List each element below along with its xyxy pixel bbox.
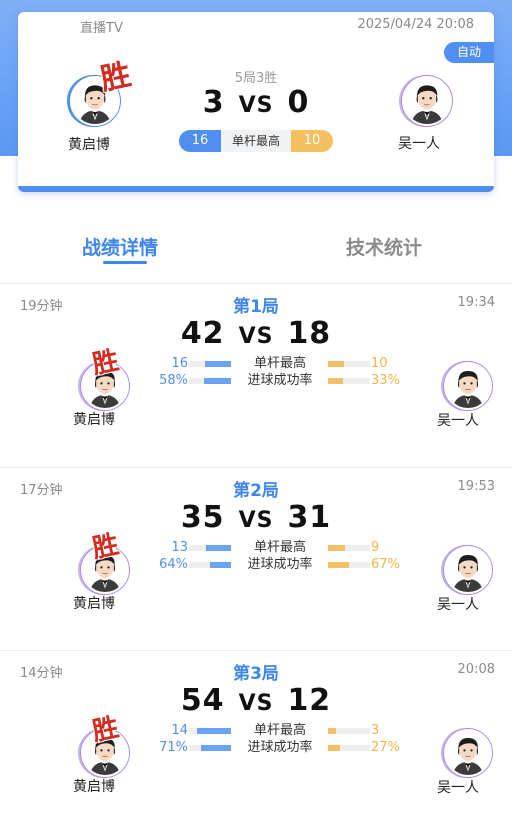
tab-bar: 战绩详情 技术统计 <box>0 225 512 270</box>
stat-left-value: 64% <box>159 557 188 572</box>
stat-right-value: 27% <box>371 740 400 755</box>
game-score-right: 18 <box>287 316 332 351</box>
left-player-name[interactable]: 黄启博 <box>73 776 115 796</box>
highest-break-right: 10 <box>291 130 333 152</box>
match-header-card: 直播TV 2025/04/24 20:08 自动 胜 黄启博 吴一人 5局3胜 … <box>18 12 494 192</box>
game-score: 54 VS 12 <box>0 683 512 718</box>
stat-right-bar <box>328 545 370 551</box>
match-format: 5局3胜 <box>234 71 278 86</box>
stat-left-value: 13 <box>171 540 188 555</box>
stat-label: 进球成功率 <box>247 557 313 572</box>
highest-break-label: 单杆最高 <box>221 130 291 152</box>
broadcast-source[interactable]: 直播TV <box>80 17 123 36</box>
stat-right-value: 67% <box>371 557 400 572</box>
game-score-vs: VS <box>238 324 274 349</box>
stat-right-bar <box>328 562 370 568</box>
game-score-right: 12 <box>287 683 332 718</box>
game-card-2[interactable]: 17分钟 第2局 19:53 35 VS 31 胜 黄启博 吴一人 13 单杆最高 … <box>0 468 512 651</box>
stat-left-bar <box>189 361 231 367</box>
stat-right-bar <box>328 361 370 367</box>
stat-left-bar <box>189 545 231 551</box>
game-card-3[interactable]: 14分钟 第3局 20:08 54 VS 12 胜 黄启博 吴一人 14 单杆最高 … <box>0 651 512 813</box>
stat-left-bar <box>189 745 231 751</box>
stat-left-bar <box>189 562 231 568</box>
stat-right-bar <box>328 728 370 734</box>
stat-label: 单杆最高 <box>253 356 306 371</box>
game-score-left: 42 <box>180 316 225 351</box>
game-score-vs: VS <box>238 691 274 716</box>
game-title: 第2局 <box>233 481 279 501</box>
match-score-vs: VS <box>238 93 274 118</box>
stat-left-value: 71% <box>159 740 188 755</box>
game-card-1[interactable]: 19分钟 第1局 19:34 42 VS 18 胜 黄启博 吴一人 16 单杆最高 … <box>0 284 512 467</box>
stat-row-pot-success: 58% 进球成功率 33% <box>0 373 512 389</box>
stat-left-bar <box>189 378 231 384</box>
highest-break-comparison: 16 单杆最高 10 <box>179 130 333 152</box>
right-player-name[interactable]: 吴一人 <box>437 594 479 614</box>
right-player-name[interactable]: 吴一人 <box>437 410 479 430</box>
game-end-time: 20:08 <box>457 662 495 677</box>
stat-label: 进球成功率 <box>247 740 313 755</box>
tab-match-details[interactable]: 战绩详情 <box>82 233 158 260</box>
tab-tech-stats[interactable]: 技术统计 <box>346 233 422 260</box>
left-player-name[interactable]: 黄启博 <box>68 134 110 154</box>
stat-right-value: 9 <box>371 540 380 555</box>
stat-row-pot-success: 64% 进球成功率 67% <box>0 557 512 573</box>
stat-right-bar <box>328 378 370 384</box>
game-score: 42 VS 18 <box>0 316 512 351</box>
match-score-right: 0 <box>287 85 310 120</box>
stat-left-value: 14 <box>171 723 188 738</box>
game-end-time: 19:53 <box>457 479 495 494</box>
game-score-vs: VS <box>238 508 274 533</box>
stat-left-bar <box>189 728 231 734</box>
stat-right-value: 33% <box>371 373 400 388</box>
game-title: 第3局 <box>233 664 279 684</box>
stat-label: 单杆最高 <box>253 723 306 738</box>
stat-row-highest-break: 13 单杆最高 9 <box>0 540 512 556</box>
game-score: 35 VS 31 <box>0 500 512 535</box>
stat-label: 进球成功率 <box>247 373 313 388</box>
match-score: 3 VS 0 <box>18 85 494 120</box>
active-tab-indicator <box>103 261 147 264</box>
game-score-left: 54 <box>180 683 225 718</box>
game-score-right: 31 <box>287 500 332 535</box>
left-player-name[interactable]: 黄启博 <box>73 409 115 429</box>
stat-left-value: 16 <box>171 356 188 371</box>
stat-row-highest-break: 14 单杆最高 3 <box>0 723 512 739</box>
stat-right-value: 3 <box>371 723 380 738</box>
game-title: 第1局 <box>233 297 279 317</box>
auto-badge[interactable]: 自动 <box>444 42 494 63</box>
right-player-name[interactable]: 吴一人 <box>437 777 479 797</box>
match-datetime: 2025/04/24 20:08 <box>357 17 474 32</box>
highest-break-left: 16 <box>179 130 221 152</box>
header-card-accent-bar <box>18 186 494 192</box>
left-player-name[interactable]: 黄启博 <box>73 593 115 613</box>
stat-left-value: 58% <box>159 373 188 388</box>
stat-right-value: 10 <box>371 356 388 371</box>
stat-row-pot-success: 71% 进球成功率 27% <box>0 740 512 756</box>
stat-label: 单杆最高 <box>253 540 306 555</box>
right-player-name[interactable]: 吴一人 <box>398 133 440 153</box>
game-score-left: 35 <box>180 500 225 535</box>
stat-row-highest-break: 16 单杆最高 10 <box>0 356 512 372</box>
stat-right-bar <box>328 745 370 751</box>
game-end-time: 19:34 <box>457 295 495 310</box>
match-score-left: 3 <box>202 85 225 120</box>
